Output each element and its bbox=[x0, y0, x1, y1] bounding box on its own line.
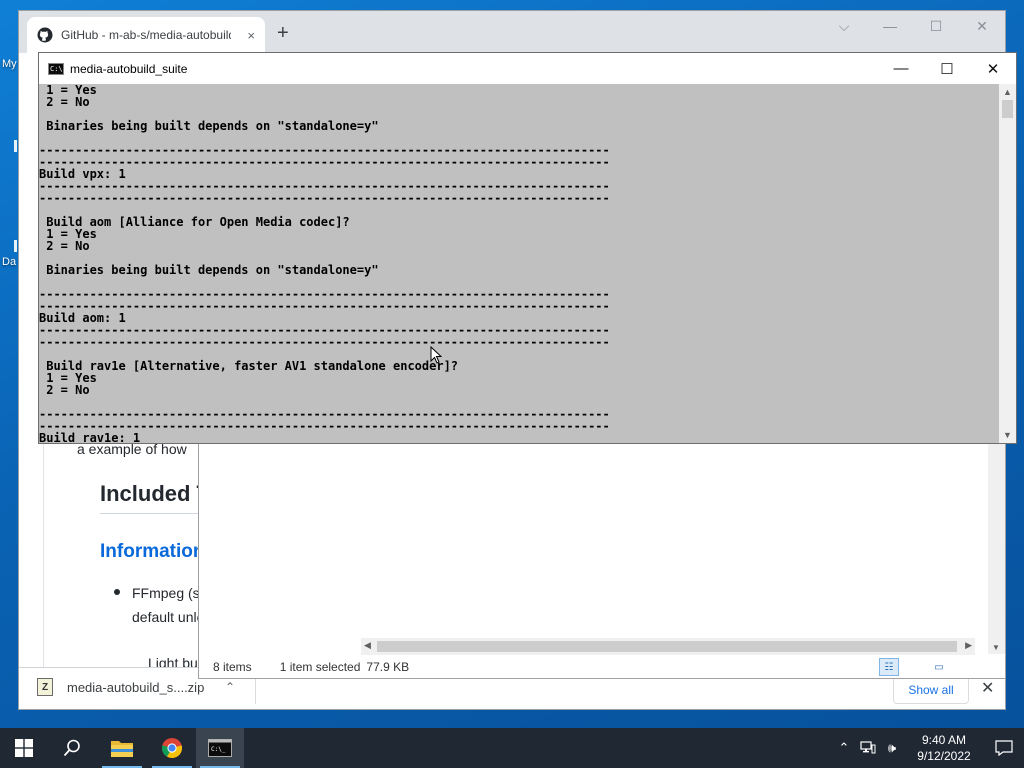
console-vertical-scrollbar[interactable]: ▲ ▼ bbox=[999, 84, 1016, 443]
console-line: 1 = Yes bbox=[39, 227, 97, 241]
browser-maximize-button[interactable]: ☐ bbox=[913, 11, 959, 41]
console-line: Build rav1e [Alternative, faster AV1 sta… bbox=[39, 359, 459, 373]
console-line: ----------------------------------------… bbox=[39, 191, 610, 205]
search-icon bbox=[63, 739, 80, 757]
new-tab-button[interactable]: + bbox=[277, 23, 289, 43]
console-line: 2 = No bbox=[39, 383, 90, 397]
browser-window-controls: ⌵ — ☐ ✕ bbox=[821, 11, 1005, 41]
tab-search-button[interactable]: ⌵ bbox=[821, 11, 867, 41]
browser-close-button[interactable]: ✕ bbox=[959, 11, 1005, 41]
explorer-horizontal-scrollbar[interactable]: ◀ ▶ bbox=[361, 638, 975, 655]
download-separator bbox=[255, 676, 256, 704]
console-output[interactable]: 1 = Yes 2 = No Binaries being built depe… bbox=[39, 84, 999, 443]
console-window-controls: — ☐ ✕ bbox=[878, 53, 1016, 84]
chrome-icon bbox=[161, 738, 183, 759]
desktop-icon-fragment[interactable] bbox=[14, 140, 17, 152]
console-line: ----------------------------------------… bbox=[39, 335, 610, 349]
taskbar: C:\_ ⌃ 🕪 9:40 AM 9/12/2022 bbox=[0, 728, 1024, 768]
tab-title: GitHub - m-ab-s/media-autobuild_suite bbox=[61, 28, 231, 42]
file-explorer-icon bbox=[111, 741, 133, 757]
item-count: 8 items bbox=[213, 660, 252, 674]
desktop-icon-label-my[interactable]: My bbox=[2, 58, 17, 70]
desktop-icon-label-da[interactable]: Da bbox=[2, 256, 16, 268]
start-button[interactable] bbox=[0, 728, 48, 768]
console-line: 1 = Yes bbox=[39, 84, 97, 97]
command-prompt-icon: C:\ bbox=[48, 62, 64, 75]
selection-size: 77.9 KB bbox=[366, 660, 410, 674]
console-line: 1 = Yes bbox=[39, 371, 97, 385]
file-explorer-window: ▼ ◀ ▶ 8 items 1 item selected 77.9 KB ☷ … bbox=[198, 443, 1006, 679]
console-maximize-button[interactable]: ☐ bbox=[924, 53, 970, 84]
taskbar-chrome[interactable] bbox=[148, 728, 196, 768]
console-line: Build aom [Alliance for Open Media codec… bbox=[39, 215, 350, 229]
large-icons-view-icon[interactable]: ▭ bbox=[929, 658, 949, 676]
console-title: media-autobuild_suite bbox=[70, 61, 188, 76]
tab-close-icon[interactable]: × bbox=[247, 28, 255, 43]
clock-date: 9/12/2022 bbox=[917, 749, 971, 763]
scroll-up-icon[interactable]: ▲ bbox=[1003, 87, 1012, 97]
svg-text:C:\_: C:\_ bbox=[211, 746, 226, 753]
show-all-button[interactable]: Show all bbox=[893, 676, 969, 704]
notification-icon bbox=[995, 740, 1013, 756]
view-toggle: ☷ ▭ bbox=[877, 658, 977, 676]
selection-count: 1 item selected bbox=[279, 660, 361, 674]
command-prompt-icon: C:\_ bbox=[208, 739, 232, 757]
zip-file-icon: Z bbox=[37, 678, 53, 696]
action-center-button[interactable] bbox=[984, 740, 1024, 756]
scroll-right-icon[interactable]: ▶ bbox=[965, 640, 972, 651]
scroll-left-icon[interactable]: ◀ bbox=[364, 640, 371, 651]
system-tray: ⌃ 🕪 9:40 AM 9/12/2022 bbox=[832, 728, 1024, 768]
scrollbar-thumb[interactable] bbox=[377, 641, 957, 652]
chevron-up-icon[interactable]: ⌃ bbox=[832, 740, 856, 756]
github-icon bbox=[37, 27, 53, 43]
taskbar-search-button[interactable] bbox=[48, 728, 96, 768]
clock-time: 9:40 AM bbox=[921, 733, 967, 747]
taskbar-file-explorer[interactable] bbox=[98, 728, 146, 768]
console-line: 2 = No bbox=[39, 95, 90, 109]
console-line: Binaries being built depends on "standal… bbox=[39, 119, 379, 133]
chevron-up-icon[interactable]: ⌃ bbox=[225, 680, 235, 694]
console-line: Build rav1e: 1_ bbox=[39, 431, 148, 443]
explorer-status-bar: 8 items 1 item selected 77.9 KB ☷ ▭ bbox=[199, 656, 1005, 678]
console-text: 1 = Yes 2 = No Binaries being built depe… bbox=[39, 84, 610, 443]
bullet-dot-icon bbox=[114, 589, 120, 595]
windows-start-icon bbox=[15, 739, 33, 757]
mouse-cursor-icon bbox=[430, 346, 442, 364]
console-line: 2 = No bbox=[39, 239, 90, 253]
browser-tab[interactable]: GitHub - m-ab-s/media-autobuild_suite × bbox=[27, 17, 265, 53]
download-file-name[interactable]: media-autobuild_s....zip bbox=[67, 680, 204, 695]
details-view-icon[interactable]: ☷ bbox=[879, 658, 899, 676]
taskbar-command-prompt[interactable]: C:\_ bbox=[196, 728, 244, 768]
console-minimize-button[interactable]: — bbox=[878, 53, 924, 84]
browser-minimize-button[interactable]: — bbox=[867, 11, 913, 41]
console-close-button[interactable]: ✕ bbox=[970, 53, 1016, 84]
scroll-down-icon[interactable]: ▼ bbox=[992, 643, 1000, 652]
scroll-down-icon[interactable]: ▼ bbox=[1003, 430, 1012, 440]
console-line: Binaries being built depends on "standal… bbox=[39, 263, 379, 277]
network-icon[interactable] bbox=[856, 740, 880, 757]
console-window: C:\ media-autobuild_suite — ☐ ✕ 1 = Yes … bbox=[38, 52, 1017, 444]
desktop-icon-fragment[interactable] bbox=[14, 240, 17, 252]
download-bar-close-icon[interactable]: ✕ bbox=[981, 678, 994, 698]
system-clock[interactable]: 9:40 AM 9/12/2022 bbox=[904, 732, 984, 764]
download-item[interactable]: Z media-autobuild_s....zip bbox=[37, 678, 204, 696]
scrollbar-thumb[interactable] bbox=[1002, 100, 1013, 118]
console-titlebar[interactable]: C:\ media-autobuild_suite — ☐ ✕ bbox=[39, 53, 1016, 84]
explorer-vertical-scrollbar[interactable]: ▼ bbox=[988, 444, 1005, 654]
volume-icon[interactable]: 🕪 bbox=[880, 740, 904, 756]
